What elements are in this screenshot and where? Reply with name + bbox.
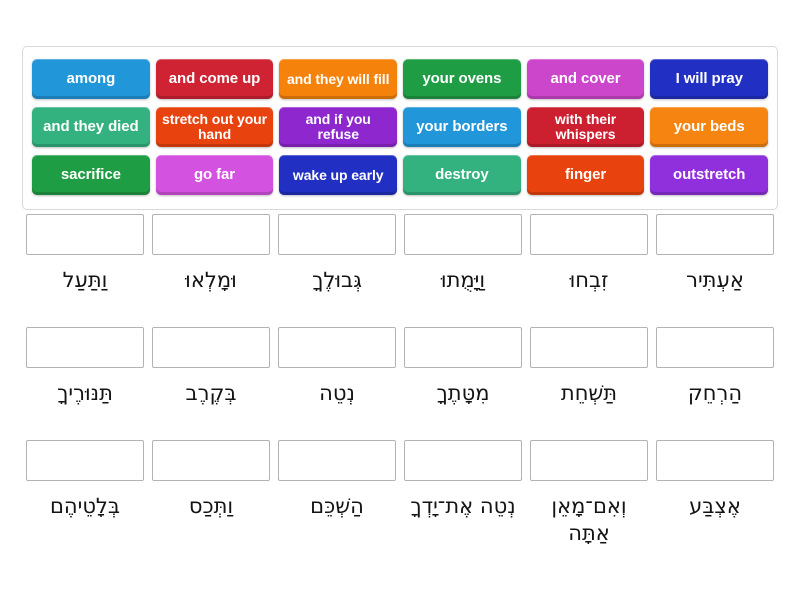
tile-slot: among (30, 55, 152, 103)
hebrew-word: נְטֵה (319, 381, 355, 405)
hebrew-word: גְּבוּלֶךָ (312, 268, 362, 292)
draggable-tile-and-if-you-refuse[interactable]: and if you refuse (279, 107, 398, 147)
tile-bank-row-1: among and come up and they will fill you… (29, 55, 771, 103)
dropzone[interactable] (152, 440, 270, 481)
tile-slot: your borders (401, 103, 523, 151)
dropzone[interactable] (152, 327, 270, 368)
tile-slot: your ovens (401, 55, 523, 103)
draggable-tile-stretch-out-your-hand[interactable]: stretch out your hand (155, 107, 274, 147)
answer-cell: וַיָּמֻתוּ (400, 214, 526, 323)
answer-cell: וְאִם־מָאֵן אַתָּה (526, 440, 652, 549)
answer-cell: נְטֵה (274, 327, 400, 436)
dropzone[interactable] (404, 327, 522, 368)
tile-slot: I will pray (648, 55, 770, 103)
dropzone[interactable] (278, 214, 396, 255)
tile-bank-row-3: sacrifice go far wake up early destroy f… (29, 151, 771, 199)
dropzone[interactable] (26, 440, 144, 481)
tile-slot: wake up early (277, 151, 399, 199)
answer-cell: וַתְּכַס (148, 440, 274, 549)
answer-cell: תַּנּוּרֶיךָ (22, 327, 148, 436)
answer-cell: הַרְחֵק (652, 327, 778, 436)
dropzone[interactable] (530, 214, 648, 255)
hebrew-word: מִטָּתֶךָ (436, 381, 490, 405)
answer-cell: בְּקֶרֶב (148, 327, 274, 436)
draggable-tile-sacrifice[interactable]: sacrifice (32, 155, 150, 195)
answer-row-1: וַתַּעַל וּמָלְאוּ גְּבוּלֶךָ וַיָּמֻתוּ… (22, 214, 778, 323)
hebrew-word: בְּקֶרֶב (185, 381, 237, 405)
dropzone[interactable] (26, 327, 144, 368)
answer-cell: הַשְׁכֵּם (274, 440, 400, 549)
tile-slot: outstretch (648, 151, 770, 199)
draggable-tile-your-borders[interactable]: your borders (403, 107, 521, 147)
dropzone[interactable] (656, 214, 774, 255)
dropzone[interactable] (278, 440, 396, 481)
tile-bank-row-2: and they died stretch out your hand and … (29, 103, 771, 151)
hebrew-word: וַתְּכַס (188, 494, 234, 518)
tile-slot: finger (525, 151, 647, 199)
answer-cell: מִטָּתֶךָ (400, 327, 526, 436)
tile-slot: stretch out your hand (154, 103, 276, 151)
tile-slot: destroy (401, 151, 523, 199)
tile-slot: with their whispers (525, 103, 647, 151)
draggable-tile-and-they-died[interactable]: and they died (32, 107, 150, 147)
answer-row-2: תַּנּוּרֶיךָ בְּקֶרֶב נְטֵה מִטָּתֶךָ תַ… (22, 327, 778, 436)
draggable-tile-wake-up-early[interactable]: wake up early (279, 155, 398, 195)
hebrew-word: וַתַּעַל (62, 268, 108, 292)
hebrew-word: הַשְׁכֵּם (310, 494, 364, 518)
hebrew-word: בְּלָטֵיהֶם (49, 494, 121, 518)
hebrew-word: וַיָּמֻתוּ (440, 268, 486, 292)
dropzone[interactable] (404, 440, 522, 481)
answer-cell: נְטֵה אֶת־יָדְךָ (400, 440, 526, 549)
answer-cell: אֶצְבַּע (652, 440, 778, 549)
tile-slot: sacrifice (30, 151, 152, 199)
hebrew-word: וּמָלְאוּ (185, 268, 237, 292)
dropzone[interactable] (530, 327, 648, 368)
hebrew-word: תַּשְׁחֵת (560, 381, 618, 405)
tile-slot: go far (154, 151, 276, 199)
draggable-tile-destroy[interactable]: destroy (403, 155, 521, 195)
answer-cell: וּמָלְאוּ (148, 214, 274, 323)
answer-cell: וַתַּעַל (22, 214, 148, 323)
dropzone[interactable] (26, 214, 144, 255)
activity-canvas: among and come up and they will fill you… (0, 0, 800, 600)
dropzone[interactable] (278, 327, 396, 368)
dropzone[interactable] (656, 327, 774, 368)
draggable-tile-and-cover[interactable]: and cover (526, 59, 645, 99)
dropzone[interactable] (152, 214, 270, 255)
dropzone[interactable] (404, 214, 522, 255)
draggable-tile-your-beds[interactable]: your beds (650, 107, 769, 147)
tile-slot: your beds (648, 103, 770, 151)
hebrew-word: תַּנּוּרֶיךָ (57, 381, 113, 405)
draggable-tile-with-their-whispers[interactable]: with their whispers (526, 107, 645, 147)
draggable-tile-and-they-will-fill[interactable]: and they will fill (279, 59, 398, 99)
draggable-tile-go-far[interactable]: go far (155, 155, 274, 195)
answer-row-3: בְּלָטֵיהֶם וַתְּכַס הַשְׁכֵּם נְטֵה אֶת… (22, 440, 778, 549)
hebrew-word: זִבְחוּ (569, 268, 609, 292)
answer-cell: בְּלָטֵיהֶם (22, 440, 148, 549)
draggable-tile-outstretch[interactable]: outstretch (650, 155, 769, 195)
hebrew-word: נְטֵה אֶת־יָדְךָ (410, 494, 516, 518)
answer-cell: גְּבוּלֶךָ (274, 214, 400, 323)
draggable-tile-finger[interactable]: finger (526, 155, 645, 195)
answer-cell: אַעְתִּיר (652, 214, 778, 323)
hebrew-word: וְאִם־מָאֵן אַתָּה (551, 494, 627, 545)
hebrew-word: הַרְחֵק (687, 381, 743, 405)
tile-slot: and if you refuse (277, 103, 399, 151)
tile-slot: and cover (525, 55, 647, 103)
dropzone[interactable] (530, 440, 648, 481)
tile-slot: and they died (30, 103, 152, 151)
draggable-tile-your-ovens[interactable]: your ovens (403, 59, 521, 99)
tile-slot: and come up (154, 55, 276, 103)
draggable-tile-i-will-pray[interactable]: I will pray (650, 59, 769, 99)
hebrew-word: אֶצְבַּע (689, 494, 741, 518)
dropzone[interactable] (656, 440, 774, 481)
answer-cell: זִבְחוּ (526, 214, 652, 323)
answer-grid: וַתַּעַל וּמָלְאוּ גְּבוּלֶךָ וַיָּמֻתוּ… (22, 214, 778, 553)
draggable-tile-among[interactable]: among (32, 59, 150, 99)
answer-cell: תַּשְׁחֵת (526, 327, 652, 436)
draggable-tile-and-come-up[interactable]: and come up (155, 59, 274, 99)
hebrew-word: אַעְתִּיר (686, 268, 744, 292)
tile-bank: among and come up and they will fill you… (22, 46, 778, 210)
tile-slot: and they will fill (277, 55, 399, 103)
